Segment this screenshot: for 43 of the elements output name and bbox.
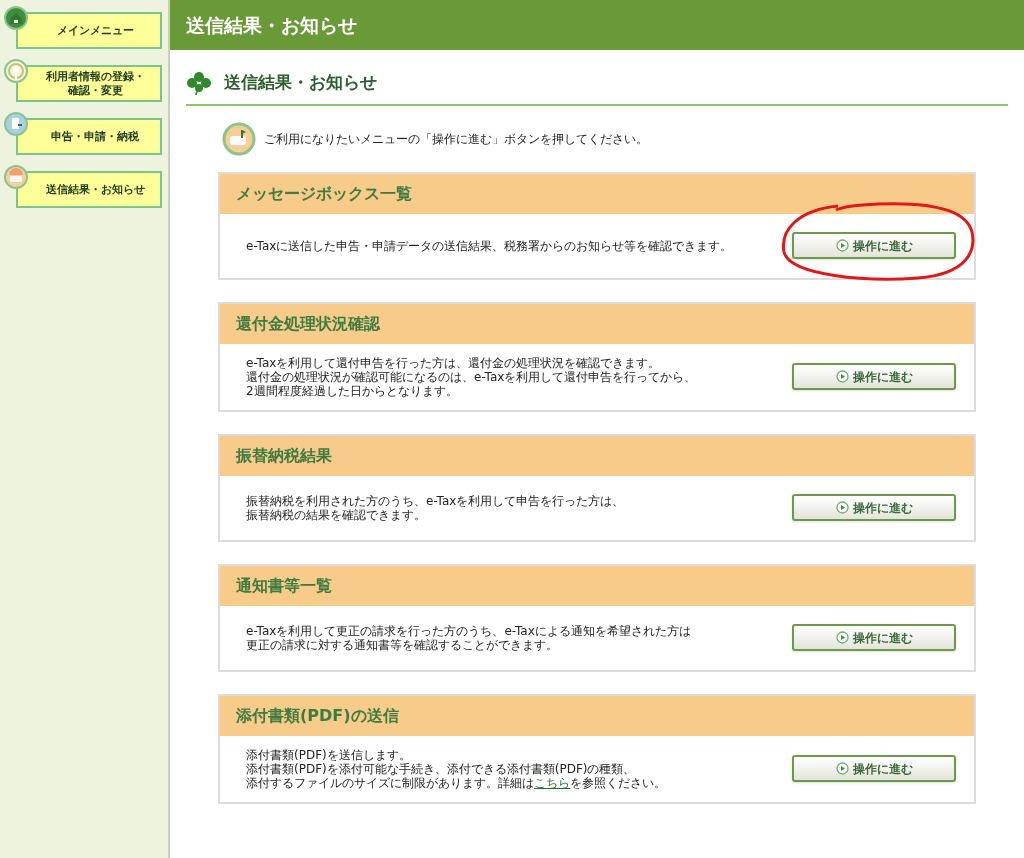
play-icon xyxy=(835,501,849,514)
card-title: 還付金処理状況確認 xyxy=(236,312,380,335)
description-text: e-Taxを利用して更正の請求を行った方のうち、e-Taxによる通知を希望された方は xyxy=(246,623,691,638)
menu-button[interactable]: 送信結果・お知らせ xyxy=(16,171,162,208)
description-text: e-Taxに送信した申告・申請データの送信結果、税務署からのお知らせ等を確認できます。 xyxy=(246,238,733,253)
play-icon xyxy=(835,370,849,383)
card-title: メッセージボックス一覧 xyxy=(236,182,412,205)
menu-label: 申告・申請・納税 xyxy=(51,129,139,144)
card-title: 通知書等一覧 xyxy=(236,574,332,597)
description-text: 添付書類(PDF)を添付可能な手続き、添付できる添付書類(PDF)の種類、 xyxy=(246,761,636,776)
description-text: 振替納税を利用された方のうち、e-Taxを利用して申告を行った方は、 xyxy=(246,493,625,508)
description-text: 添付するファイルのサイズに制限があります。詳細は xyxy=(246,775,534,790)
description-text: 2週間程度経過した日からとなります。 xyxy=(246,383,458,398)
proceed-button[interactable]: 操作に進む xyxy=(792,624,956,651)
card-title: 添付書類(PDF)の送信 xyxy=(236,704,399,727)
menu-label: 利用者情報の登録・ xyxy=(45,69,145,84)
details-link[interactable]: こちら xyxy=(534,775,570,790)
menu-button[interactable]: 申告・申請・納税 xyxy=(16,118,162,155)
section-title: 送信結果・お知らせ xyxy=(224,71,377,94)
description-text: e-Taxを利用して還付申告を行った方は、還付金の処理状況を確認できます。 xyxy=(246,355,661,370)
description-text: 更正の請求に対する通知書等を確認することができます。 xyxy=(246,637,558,652)
description-text: 振替納税の結果を確認できます。 xyxy=(246,507,426,522)
menu-label: 送信結果・お知らせ xyxy=(45,182,145,197)
menu-label: メインメニュー xyxy=(56,23,134,38)
play-icon xyxy=(835,239,849,252)
proceed-button[interactable]: 操作に進む xyxy=(792,494,956,521)
description-text: 還付金の処理状況が確認可能になるのは、e-Taxを利用して還付申告を行ってから、 xyxy=(246,369,697,384)
play-icon xyxy=(835,762,849,775)
card-title: 振替納税結果 xyxy=(236,444,332,467)
proceed-button[interactable]: 操作に進む xyxy=(792,755,956,782)
play-icon xyxy=(835,631,849,644)
document-icon xyxy=(4,112,28,136)
menu-button[interactable]: メインメニュー xyxy=(16,12,162,49)
description-text: を参照ください。 xyxy=(570,775,666,790)
description-text: 添付書類(PDF)を送信します。 xyxy=(246,747,411,762)
proceed-button[interactable]: 操作に進む xyxy=(792,232,956,259)
menu-button[interactable]: 利用者情報の登録・ 確認・変更 xyxy=(16,65,162,102)
instruction-text: ご利用になりたいメニューの「操作に進む」ボタンを押してください。 xyxy=(264,130,648,148)
page-title: 送信結果・お知らせ xyxy=(186,12,357,38)
proceed-button[interactable]: 操作に進む xyxy=(792,363,956,390)
menu-label: 確認・変更 xyxy=(67,83,123,98)
house-icon xyxy=(4,6,28,30)
clover-icon xyxy=(186,70,212,95)
